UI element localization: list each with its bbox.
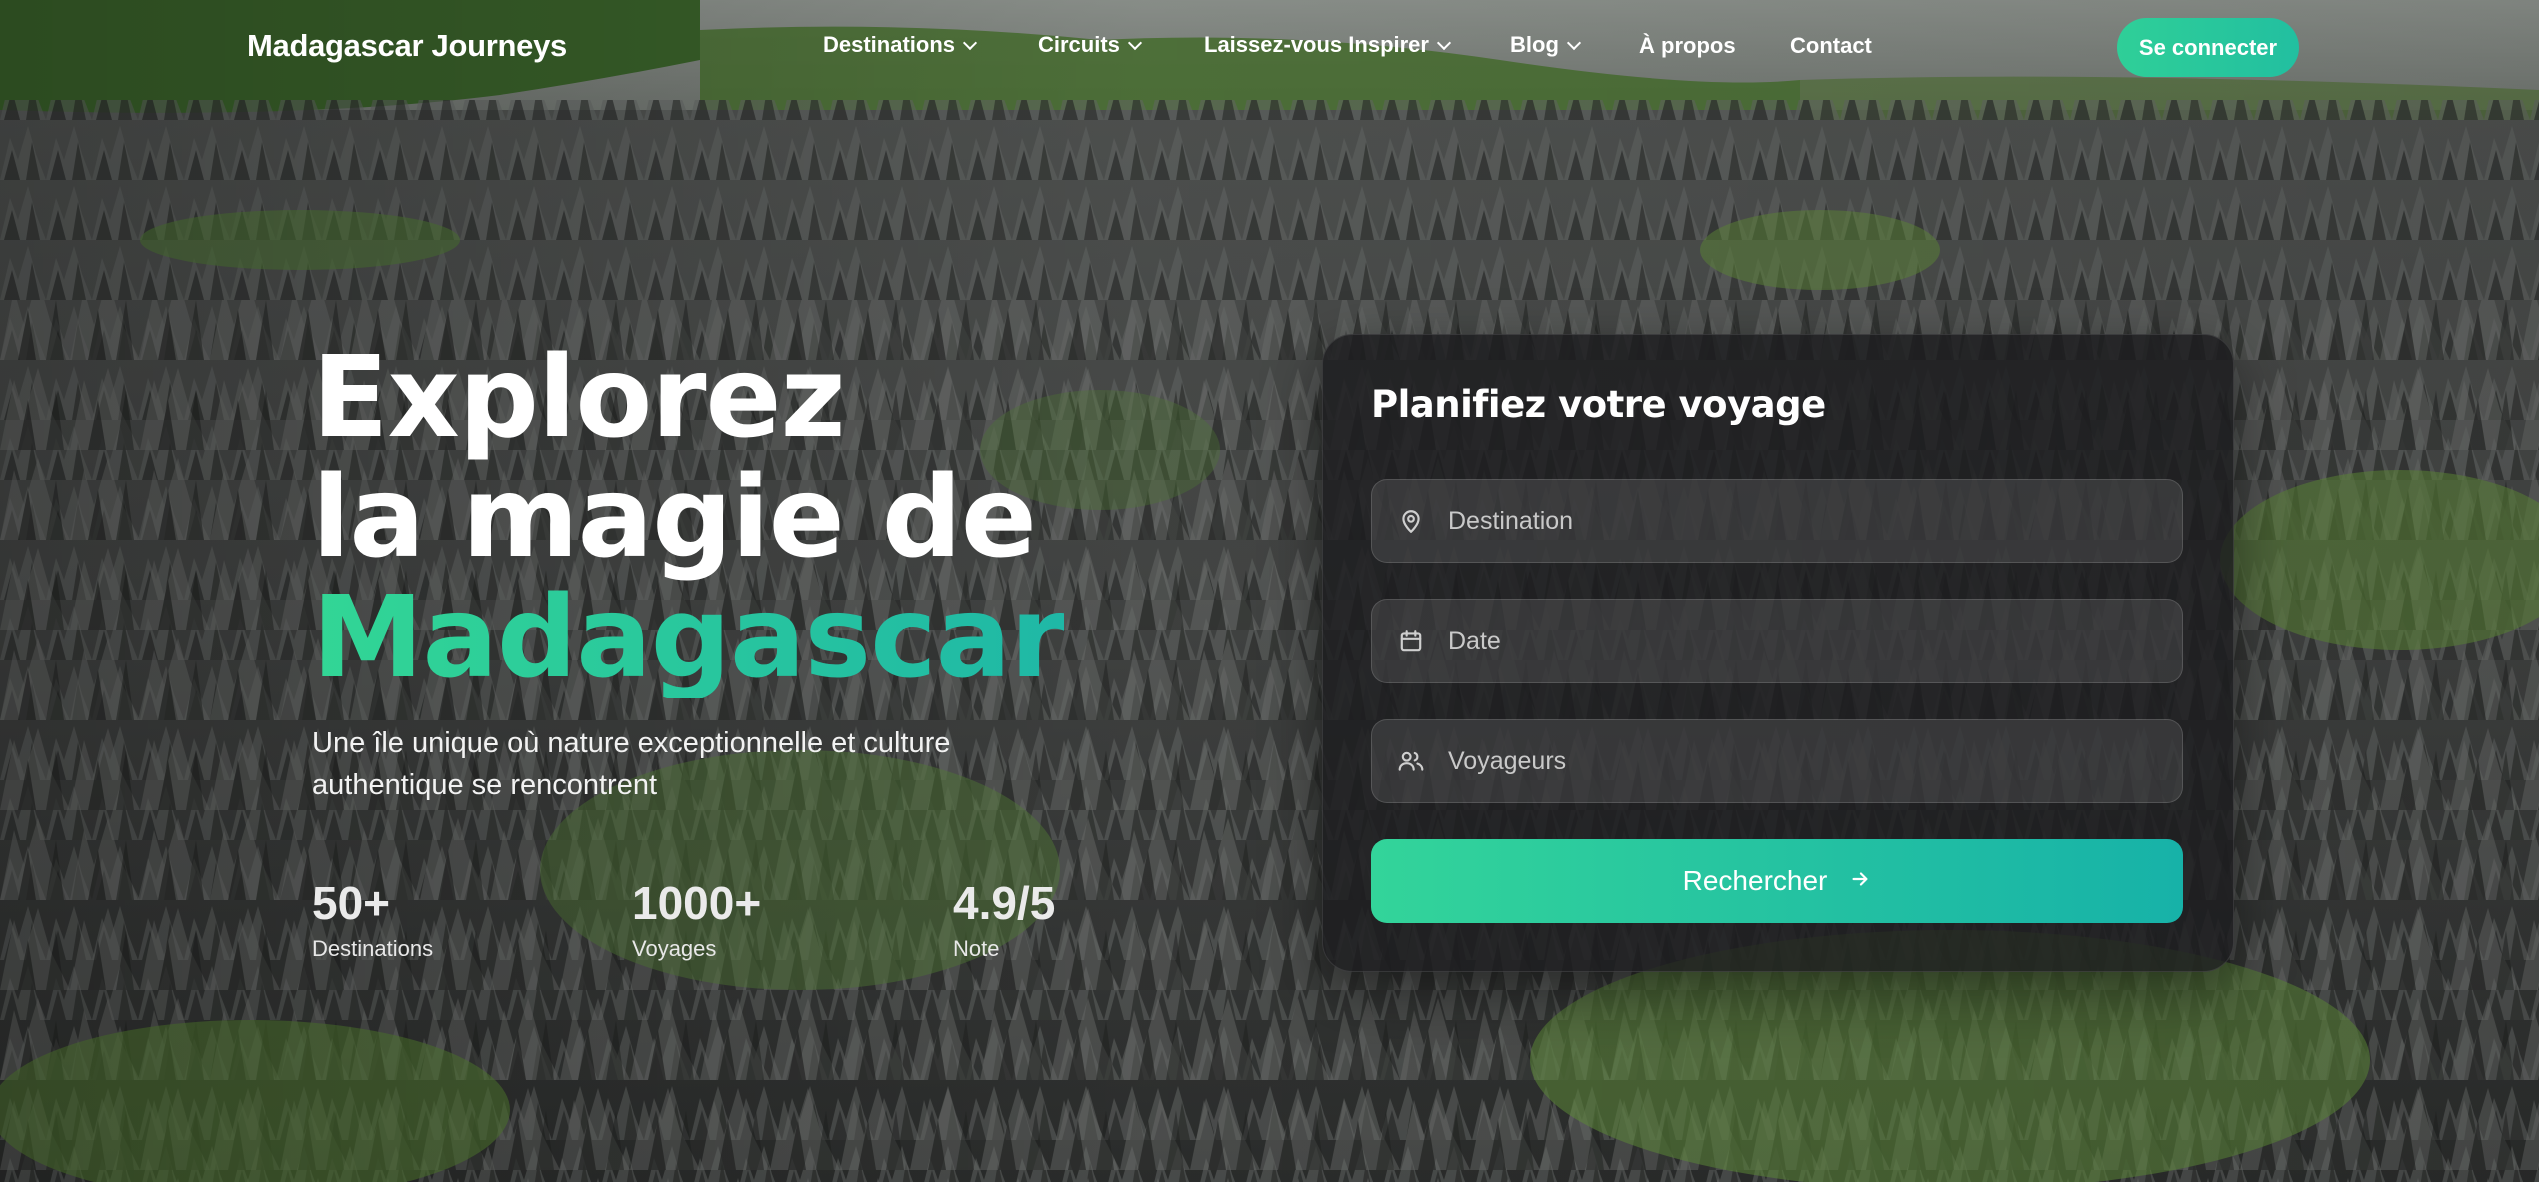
nav-item-about[interactable]: À propos bbox=[1639, 33, 1736, 59]
calendar-icon bbox=[1396, 626, 1426, 656]
nav-item-destinations[interactable]: Destinations bbox=[823, 32, 978, 58]
search-button[interactable]: Rechercher bbox=[1371, 839, 2183, 923]
stat-rating: 4.9/5 Note bbox=[953, 876, 1055, 962]
stat-value: 1000+ bbox=[632, 877, 762, 929]
trip-planner-card: Planifiez votre voyage Rechercher bbox=[1322, 334, 2234, 972]
nav-item-label: Circuits bbox=[1038, 32, 1120, 57]
nav-item-contact[interactable]: Contact bbox=[1790, 33, 1872, 59]
travelers-input[interactable] bbox=[1446, 745, 2150, 777]
top-navbar: Madagascar Journeys Destinations Circuit… bbox=[0, 0, 2539, 96]
chevron-down-icon bbox=[962, 35, 978, 50]
login-button[interactable]: Se connecter bbox=[2117, 18, 2299, 77]
hero-subtitle: Une île unique où nature exceptionnelle … bbox=[312, 727, 951, 801]
arrow-right-icon bbox=[1849, 865, 1871, 897]
chevron-down-icon bbox=[1127, 35, 1142, 50]
nav-item-inspiration[interactable]: Laissez-vous Inspirer bbox=[1204, 32, 1452, 58]
chevron-down-icon bbox=[1436, 35, 1452, 50]
planner-title: Planifiez votre voyage bbox=[1371, 383, 1826, 426]
brand-logo[interactable]: Madagascar Journeys bbox=[247, 28, 567, 64]
search-button-label: Rechercher bbox=[1682, 865, 1828, 896]
destination-input[interactable] bbox=[1446, 505, 2150, 537]
stat-voyages: 1000+ Voyages bbox=[632, 876, 761, 962]
stat-value: 4.9/5 bbox=[953, 877, 1056, 929]
stat-label: Destinations bbox=[312, 936, 434, 961]
destination-field[interactable] bbox=[1371, 479, 2183, 563]
title-line-3-accent: Madagascar bbox=[312, 573, 1065, 703]
stat-destinations: 50+ Destinations bbox=[312, 876, 433, 962]
page-title: Explorez la magie de Madagascar bbox=[312, 333, 1065, 703]
stat-value: 50+ bbox=[312, 877, 391, 929]
travelers-field[interactable] bbox=[1371, 719, 2183, 803]
nav-item-label: À propos bbox=[1639, 33, 1736, 58]
map-pin-icon bbox=[1396, 506, 1426, 536]
nav-item-label: Contact bbox=[1790, 33, 1872, 58]
chevron-down-icon bbox=[1566, 35, 1581, 50]
users-icon bbox=[1396, 746, 1426, 776]
hero-headline: Explorez la magie de Madagascar bbox=[312, 333, 1065, 703]
nav-item-label: Blog bbox=[1510, 32, 1559, 57]
title-line-1: Explorez bbox=[312, 333, 846, 463]
date-input[interactable] bbox=[1446, 625, 2150, 657]
stat-label: Voyages bbox=[632, 936, 717, 961]
nav-item-circuits[interactable]: Circuits bbox=[1038, 32, 1142, 58]
nav-item-label: Laissez-vous Inspirer bbox=[1204, 32, 1429, 57]
stat-label: Note bbox=[953, 936, 1000, 961]
nav-item-label: Destinations bbox=[823, 32, 956, 57]
date-field[interactable] bbox=[1371, 599, 2183, 683]
title-line-2: la magie de bbox=[312, 453, 1037, 583]
nav-item-blog[interactable]: Blog bbox=[1510, 32, 1581, 58]
